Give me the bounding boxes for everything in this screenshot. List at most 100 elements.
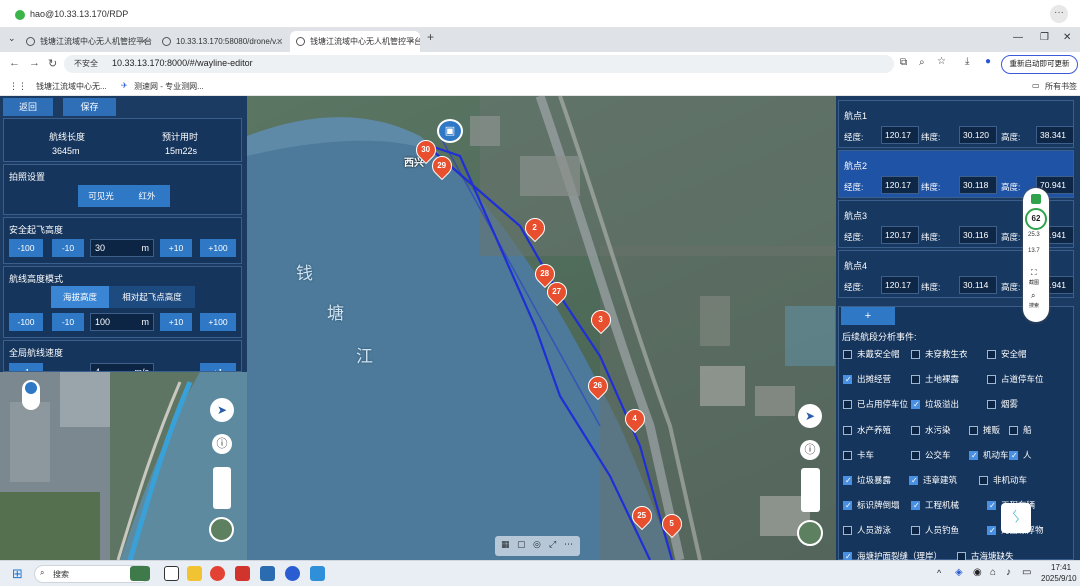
lat-input[interactable]: 30.116 [959,226,997,244]
clock-time[interactable]: 17:41 [1051,563,1071,572]
app-icon-2[interactable] [310,566,325,581]
close-icon[interactable]: ✕ [140,31,147,52]
tray-app-icon[interactable]: ◉ [973,567,982,578]
event-checkbox[interactable]: 垃圾暴露 [843,475,891,487]
lat-input[interactable]: 30.118 [959,176,997,194]
battery-icon[interactable]: ▭ [1022,567,1031,578]
minus-10-button[interactable]: -10 [52,313,84,331]
windows-start-icon[interactable]: ⊞ [12,566,23,582]
close-icon[interactable]: ✕ [276,31,283,52]
event-checkbox[interactable]: 卡车 [843,450,874,462]
location-button[interactable] [22,380,40,410]
info-icon[interactable]: ⓘ [212,434,232,454]
alt-input[interactable]: 38.341 [1036,126,1074,144]
expand-icon[interactable]: ⤢ [549,539,556,550]
download-icon[interactable]: ⤓ [965,56,969,67]
event-checkbox[interactable]: 机动车 [969,450,1009,462]
event-checkbox[interactable]: 水产养殖 [843,425,891,437]
event-checkbox[interactable]: 未戴安全帽 [843,349,900,361]
close-icon[interactable]: ✕ [408,31,415,52]
lng-input[interactable]: 120.17 [881,226,919,244]
reload-icon[interactable]: ↻ [48,57,57,70]
lng-input[interactable]: 120.17 [881,276,919,294]
dock-icon[interactable]: ▣ [437,119,463,143]
minus-10-button[interactable]: -10 [52,239,84,257]
layer-switch-icon[interactable] [209,517,234,542]
target-icon[interactable]: ◎ [533,539,541,550]
url-input[interactable]: 不安全 10.33.13.170:8000/#/wayline-editor [64,55,894,73]
event-checkbox[interactable]: 安全帽 [987,349,1027,361]
event-checkbox[interactable]: 出摊经营 [843,374,891,386]
translate-icon[interactable]: ⧉ [900,57,907,68]
profile-icon[interactable]: ● [985,56,991,67]
lng-input[interactable]: 120.17 [881,176,919,194]
screenshot-icon[interactable]: ⛶ [1031,268,1037,278]
file-explorer-icon[interactable] [187,566,202,581]
forward-icon[interactable]: → [29,57,40,69]
more-tools-icon[interactable]: ⋯ [564,539,573,550]
remote-desktop-icon[interactable] [260,566,275,581]
zoom-control[interactable] [213,467,231,509]
chrome-icon[interactable] [210,566,225,581]
new-tab-icon[interactable]: + [427,30,434,44]
tray-shield-icon[interactable]: ◈ [955,567,963,578]
compass-icon[interactable]: ➤ [210,398,234,422]
lng-input[interactable]: 120.17 [881,126,919,144]
sea-level-button[interactable]: 海拔高度 [51,286,109,308]
tray-chevron-icon[interactable]: ^ [937,568,941,578]
event-checkbox[interactable]: 垃圾溢出 [911,399,959,411]
network-icon[interactable]: ⌂ [990,567,996,578]
speed-minus-button[interactable]: -1 [9,363,43,371]
event-checkbox[interactable]: 海塘护面裂缝（理岸） [843,551,942,560]
takeoff-height-input[interactable]: 30 m [90,239,154,257]
event-checkbox[interactable]: 未穿救生衣 [911,349,968,361]
grid-icon[interactable]: ▦ [501,539,510,550]
insecure-label[interactable]: 不安全 [74,58,98,69]
event-checkbox[interactable]: 水污染 [911,425,951,437]
layer-switch-icon[interactable] [797,520,823,546]
lat-input[interactable]: 30.120 [959,126,997,144]
event-checkbox[interactable]: 工程机械 [911,500,959,512]
star-icon[interactable]: ☆ [937,56,946,67]
event-checkbox[interactable]: 古海塘缺失 [957,551,1014,560]
relative-height-button[interactable]: 相对起飞点高度 [109,286,195,308]
add-waypoint-button[interactable]: + [841,307,895,325]
event-checkbox[interactable]: 公交车 [911,450,951,462]
plus-100-button[interactable]: +100 [200,239,236,257]
speed-plus-button[interactable]: +1 [200,363,236,371]
tab-2[interactable]: 10.33.13.170:58080/drone/v... ✕ [156,31,288,52]
apps-icon[interactable]: ⋮⋮ [9,81,27,92]
minus-100-button[interactable]: -100 [9,239,43,257]
close-window-icon[interactable]: ✕ [1063,32,1071,43]
event-checkbox[interactable]: 非机动车 [979,475,1027,487]
waypoint-card-1[interactable]: 航点1 经度: 120.17 纬度: 30.120 高度: 38.341 [838,100,1074,148]
zoom-control[interactable] [801,468,820,512]
more-icon[interactable]: ··· [1050,5,1068,23]
lat-input[interactable]: 30.114 [959,276,997,294]
save-button[interactable]: 保存 [63,98,116,116]
task-view-icon[interactable] [164,566,179,581]
zoom-icon[interactable]: ⌕ [919,57,925,68]
compass-icon[interactable]: ➤ [798,404,822,428]
event-checkbox[interactable]: 标识牌倒塌 [843,500,900,512]
tab-list-icon[interactable]: ⌄ [8,33,16,44]
event-checkbox[interactable]: 土地裸露 [911,374,959,386]
visible-light-button[interactable]: 可见光 [78,185,124,207]
route-height-input[interactable]: 100 m [90,313,154,331]
event-checkbox[interactable]: 人 [1009,450,1032,462]
bookmark-1[interactable]: 钱塘江流域中心无... [36,81,107,92]
event-checkbox[interactable]: 违章建筑 [909,475,957,487]
clock-date[interactable]: 2025/9/10 [1041,574,1077,583]
back-icon[interactable]: ← [9,57,20,69]
wps-icon[interactable] [235,566,250,581]
plus-10-button[interactable]: +10 [160,313,192,331]
bookmark-2[interactable]: 测速网 - 专业测网... [134,81,204,92]
event-checkbox[interactable]: 人员游泳 [843,525,891,537]
event-checkbox[interactable]: 烟雾 [987,399,1018,411]
plus-10-button[interactable]: +10 [160,239,192,257]
square-icon[interactable]: ▢ [517,539,526,550]
volume-icon[interactable]: ♪ [1006,567,1011,578]
tab-1[interactable]: 钱塘江流域中心无人机管控平台 ✕ [20,31,152,52]
all-bookmarks[interactable]: 所有书签 [1045,81,1077,92]
minimize-icon[interactable]: — [1013,32,1023,43]
